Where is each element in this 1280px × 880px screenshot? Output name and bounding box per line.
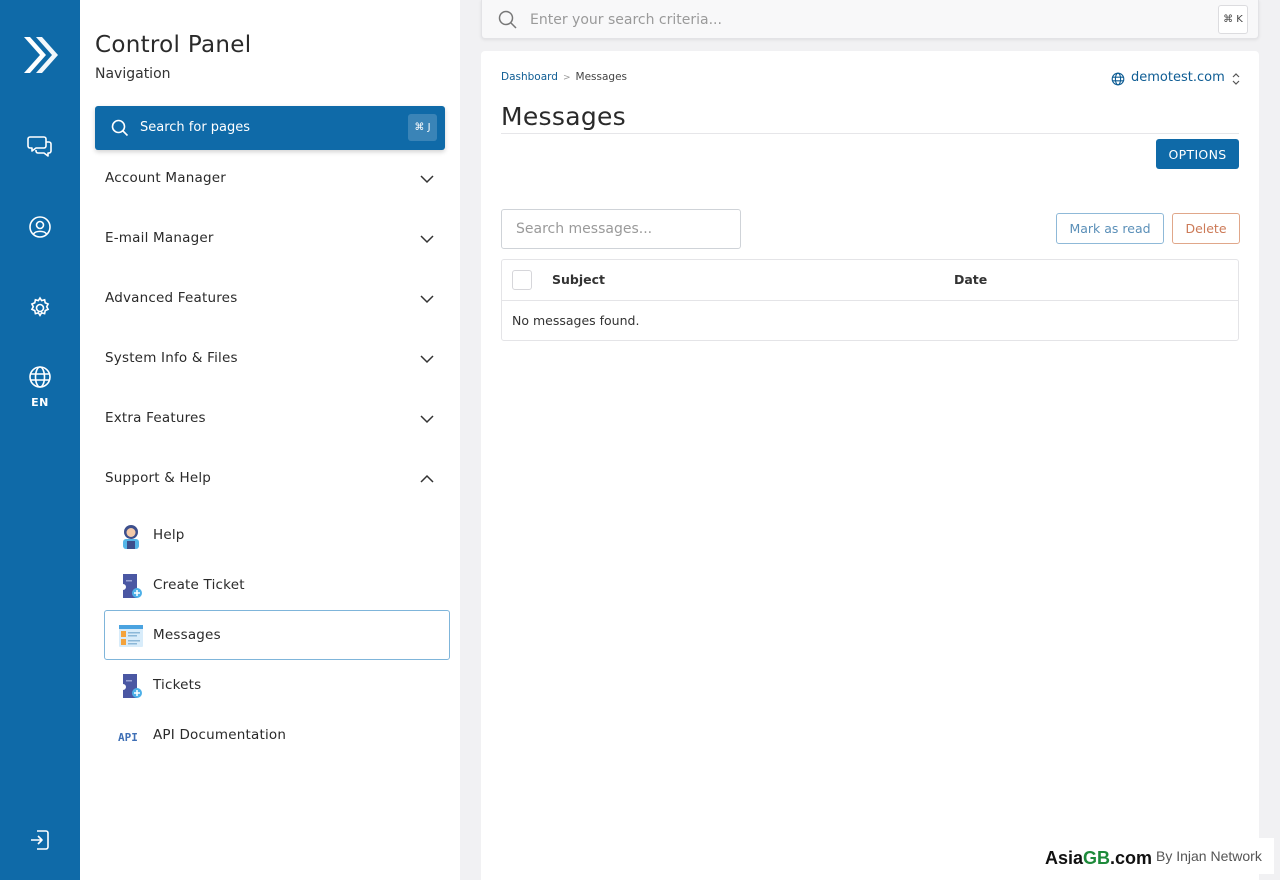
svg-text:API: API — [118, 731, 138, 744]
select-all-checkbox[interactable] — [512, 270, 532, 290]
left-rail: EN — [0, 0, 80, 880]
watermark-brand: AsiaGB.com — [1045, 848, 1152, 869]
main-content: Dashboard > Messages demotest.com Messages… — [481, 51, 1259, 880]
sidebar-item-messages[interactable]: Messages — [104, 610, 450, 660]
globe-icon[interactable] — [27, 364, 53, 390]
brand-part-c: .com — [1110, 848, 1153, 868]
sidebar-item-api-documentation[interactable]: API API Documentation — [104, 710, 450, 760]
messages-table: Subject Date No messages found. — [501, 259, 1239, 341]
user-circle-icon[interactable] — [27, 214, 53, 240]
chevron-down-icon — [420, 235, 434, 244]
column-subject[interactable]: Subject — [552, 272, 605, 287]
breadcrumb-separator: > — [562, 73, 571, 83]
sidebar-item-help[interactable]: Help — [104, 510, 450, 560]
section-label: Advanced Features — [105, 290, 238, 306]
page-title: Messages — [501, 102, 626, 131]
sidebar-item-label: Tickets — [153, 677, 202, 693]
section-system-info-files[interactable]: System Info & Files — [95, 339, 445, 379]
global-search-input[interactable] — [530, 6, 1190, 33]
breadcrumb: Dashboard > Messages — [501, 71, 627, 83]
logout-icon[interactable] — [27, 827, 53, 853]
section-advanced-features[interactable]: Advanced Features — [95, 279, 445, 319]
sidebar-item-label: Messages — [153, 627, 221, 643]
empty-state-text: No messages found. — [512, 313, 640, 328]
navigation-panel: Control Panel Navigation Search for page… — [80, 0, 460, 880]
chat-icon[interactable] — [27, 133, 53, 159]
breadcrumb-dashboard[interactable]: Dashboard — [501, 71, 558, 83]
global-search-bar: ⌘ K — [481, 0, 1259, 39]
panel-subtitle: Navigation — [95, 66, 171, 82]
chevron-updown-icon — [1232, 73, 1240, 85]
sidebar-item-label: Help — [153, 527, 185, 543]
watermark: AsiaGB.com By Injan Network — [1037, 838, 1274, 874]
help-agent-icon — [123, 525, 139, 549]
section-support-help[interactable]: Support & Help — [95, 459, 445, 499]
watermark-by: By Injan Network — [1156, 848, 1262, 864]
section-label: System Info & Files — [105, 350, 238, 366]
divider — [501, 133, 1239, 134]
options-button[interactable]: OPTIONS — [1156, 139, 1239, 169]
api-icon: API — [118, 731, 138, 744]
brand-part-b: GB — [1083, 848, 1111, 868]
chevron-down-icon — [420, 355, 434, 364]
chevron-down-icon — [420, 175, 434, 184]
gear-icon[interactable] — [27, 295, 53, 321]
search-pages-label: Search for pages — [140, 120, 251, 135]
search-icon — [111, 119, 129, 137]
section-label: Extra Features — [105, 410, 206, 426]
search-messages-input[interactable] — [501, 209, 741, 249]
sidebar-item-create-ticket[interactable]: Create Ticket — [104, 560, 450, 610]
shortcut-badge: ⌘ K — [1218, 5, 1248, 34]
section-label: Account Manager — [105, 170, 226, 186]
chevron-down-icon — [420, 295, 434, 304]
section-extra-features[interactable]: Extra Features — [95, 399, 445, 439]
panel-title: Control Panel — [95, 32, 252, 58]
language-label[interactable]: EN — [0, 396, 80, 409]
section-label: Support & Help — [105, 470, 212, 486]
globe-icon — [1111, 72, 1125, 86]
column-date[interactable]: Date — [954, 272, 987, 287]
chevron-up-icon — [420, 474, 434, 483]
sidebar-item-label: API Documentation — [153, 727, 287, 743]
chevron-down-icon — [420, 415, 434, 424]
sidebar-item-tickets[interactable]: Tickets — [104, 660, 450, 710]
breadcrumb-current: Messages — [575, 71, 628, 83]
delete-button[interactable]: Delete — [1172, 213, 1240, 244]
mark-as-read-button[interactable]: Mark as read — [1056, 213, 1164, 244]
search-icon — [498, 10, 517, 29]
logo-icon[interactable] — [20, 34, 60, 76]
brand-part-a: Asia — [1045, 848, 1084, 868]
domain-label: demotest.com — [1131, 70, 1225, 85]
tickets-icon — [123, 674, 142, 698]
messages-icon — [119, 625, 143, 647]
section-label: E-mail Manager — [105, 230, 214, 246]
create-ticket-icon — [123, 574, 142, 598]
domain-selector[interactable]: demotest.com — [1111, 70, 1241, 88]
section-email-manager[interactable]: E-mail Manager — [95, 219, 445, 259]
search-pages-button[interactable]: Search for pages ⌘ J — [95, 106, 445, 150]
section-account-manager[interactable]: Account Manager — [95, 159, 445, 199]
sidebar-item-label: Create Ticket — [153, 577, 245, 593]
table-header: Subject Date — [502, 260, 1238, 301]
shortcut-badge: ⌘ J — [408, 114, 437, 141]
